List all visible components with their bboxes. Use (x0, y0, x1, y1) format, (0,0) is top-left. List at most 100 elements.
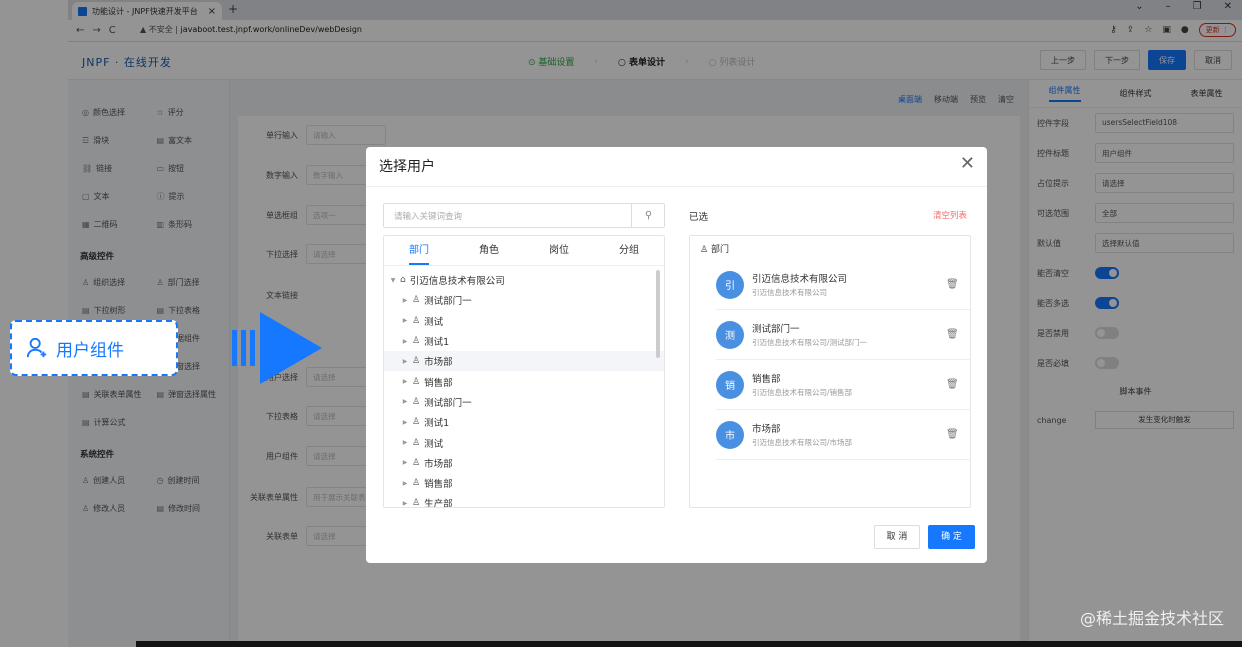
tree-node-label: 市场部 (424, 357, 453, 369)
dept-icon: ♙ (700, 245, 709, 255)
user-add-icon (26, 337, 47, 358)
selected-info: 市场部引迈信息技术有限公司/市场部 (752, 421, 946, 448)
selected-path: 引迈信息技术有限公司/销售部 (752, 388, 853, 397)
dept-icon: ♙ (412, 396, 421, 407)
selected-item: 引引迈信息技术有限公司 引迈信息技术有限公司 🗑 (716, 260, 970, 310)
tree-node[interactable]: ▼ ⌂ 引迈信息技术有限公司 (384, 270, 664, 290)
dept-icon: ♙ (412, 437, 421, 448)
tree-node-label: 引迈信息技术有限公司 (409, 276, 505, 288)
selected-label: 已选 (689, 212, 709, 223)
scrollbar[interactable] (656, 270, 660, 358)
selected-item: 市市场部 引迈信息技术有限公司/市场部 🗑 (716, 410, 970, 460)
tree-node-label: 测试1 (424, 418, 450, 430)
tree-node[interactable]: ▶ ♙ 生产部 (384, 493, 664, 508)
tab-2[interactable]: 岗位 (524, 236, 594, 265)
tree-node[interactable]: ▶ ♙ 测试部门一 (384, 290, 664, 310)
selected-panel: ♙ 部门 引引迈信息技术有限公司 引迈信息技术有限公司 🗑 测测试部门一 引迈信息技术有… (689, 235, 971, 508)
selected-path: 引迈信息技术有限公司/测试部门一 (752, 338, 868, 347)
selected-item: 测测试部门一 引迈信息技术有限公司/测试部门一 🗑 (716, 310, 970, 360)
dept-icon: ♙ (412, 498, 421, 508)
trash-icon[interactable]: 🗑 (946, 329, 960, 340)
selected-info: 测试部门一引迈信息技术有限公司/测试部门一 (752, 321, 946, 348)
tree-node[interactable]: ▶ ♙ 测试1 (384, 412, 664, 432)
tree-node-label: 测试部门一 (424, 397, 472, 409)
watermark: @稀土掘金技术社区 (1079, 609, 1224, 628)
tab-label: 分组 (619, 245, 639, 256)
trash-icon[interactable]: 🗑 (946, 279, 960, 290)
clear-list-link[interactable]: 清空列表 (933, 209, 967, 221)
avatar: 销 (716, 370, 744, 399)
caret-icon[interactable]: ▶ (400, 297, 410, 304)
select-user-dialog: 选择用户 ✕ 请输入关键词查询 ⚲ 部门 角色 岗位 分组 ▼ ⌂ 引迈信息技术有限公司 ▶… (366, 147, 987, 563)
company-icon: ⌂ (400, 275, 406, 286)
selected-name: 引迈信息技术有限公司 (752, 274, 848, 285)
tab-label: 角色 (479, 245, 499, 256)
dept-icon: ♙ (412, 457, 421, 468)
caret-icon[interactable]: ▶ (400, 419, 410, 426)
tree-node[interactable]: ▶ ♙ 测试 (384, 311, 664, 331)
cancel-button[interactable]: 取 消 (874, 525, 920, 549)
dept-icon: ♙ (412, 417, 421, 428)
caret-icon[interactable]: ▶ (400, 500, 410, 507)
tab-label: 部门 (409, 245, 429, 265)
dept-icon: ♙ (412, 295, 421, 306)
tree-node[interactable]: ▶ ♙ 市场部 (384, 453, 664, 473)
tree-node[interactable]: ▶ ♙ 销售部 (384, 371, 664, 391)
caret-icon[interactable]: ▶ (400, 439, 410, 446)
trash-icon[interactable]: 🗑 (946, 429, 960, 440)
avatar: 市 (716, 420, 744, 449)
tab-0[interactable]: 部门 (384, 236, 454, 265)
trash-icon[interactable]: 🗑 (946, 379, 960, 390)
tree-node-label: 生产部 (424, 499, 453, 508)
tree-node-label: 测试 (424, 438, 444, 450)
caret-icon[interactable]: ▶ (400, 378, 410, 385)
caret-icon[interactable]: ▶ (400, 459, 410, 466)
tab-label: 岗位 (549, 245, 569, 256)
selected-name: 测试部门一 (752, 324, 800, 335)
tree-node-label: 测试 (424, 316, 444, 328)
dept-icon: ♙ (412, 376, 421, 387)
dept-icon: ♙ (412, 315, 421, 326)
tree-node[interactable]: ▶ ♙ 测试 (384, 432, 664, 452)
org-tree-panel: 部门 角色 岗位 分组 ▼ ⌂ 引迈信息技术有限公司 ▶ ♙ 测试部门一 ▶ ♙ 测试 ▶ ♙ 测试1 ▶ ♙ 市… (383, 235, 665, 508)
search-input[interactable]: 请输入关键词查询 (383, 203, 665, 228)
caret-icon[interactable]: ▼ (388, 277, 398, 284)
selected-info: 销售部引迈信息技术有限公司/销售部 (752, 371, 946, 398)
tree-node[interactable]: ▶ ♙ 测试部门一 (384, 392, 664, 412)
dialog-title: 选择用户 (379, 159, 435, 175)
close-icon[interactable]: ✕ (960, 153, 975, 174)
tab-1[interactable]: 角色 (454, 236, 524, 265)
search-icon[interactable]: ⚲ (631, 204, 665, 227)
tree-node-label: 销售部 (424, 479, 453, 491)
tree-node-label: 测试部门一 (424, 296, 472, 308)
caret-icon[interactable]: ▶ (400, 317, 410, 324)
dept-icon: ♙ (412, 478, 421, 489)
avatar: 引 (716, 270, 744, 299)
avatar: 测 (716, 320, 744, 349)
selected-path: 引迈信息技术有限公司 (752, 288, 827, 297)
selected-item: 销销售部 引迈信息技术有限公司/销售部 🗑 (716, 360, 970, 410)
tree-node-label: 市场部 (424, 458, 453, 470)
selected-path: 引迈信息技术有限公司/市场部 (752, 438, 853, 447)
divider (366, 186, 987, 187)
tree-node-label: 销售部 (424, 377, 453, 389)
dept-icon: ♙ (412, 336, 421, 347)
tree-node-label: 测试1 (424, 337, 450, 349)
tab-3[interactable]: 分组 (594, 236, 664, 265)
selected-info: 引迈信息技术有限公司 引迈信息技术有限公司 (752, 271, 946, 298)
tree-node[interactable]: ▶ ♙ 销售部 (384, 473, 664, 493)
caret-icon[interactable]: ▶ (400, 338, 410, 345)
confirm-button[interactable]: 确 定 (928, 525, 975, 549)
dept-icon: ♙ (412, 356, 421, 367)
caret-icon[interactable]: ▶ (400, 358, 410, 365)
selected-name: 市场部 (752, 424, 781, 435)
caret-icon[interactable]: ▶ (400, 398, 410, 405)
callout-label: 用户组件 (56, 340, 124, 361)
arrow-right-icon (232, 312, 322, 384)
tree-node[interactable]: ▶ ♙ 测试1 (384, 331, 664, 351)
tree-node[interactable]: ▶ ♙ 市场部 (384, 351, 664, 372)
dept-group-label: ♙ 部门 (700, 245, 729, 255)
user-component-callout: 用户组件 (10, 320, 178, 376)
caret-icon[interactable]: ▶ (400, 480, 410, 487)
selected-name: 销售部 (752, 374, 781, 385)
